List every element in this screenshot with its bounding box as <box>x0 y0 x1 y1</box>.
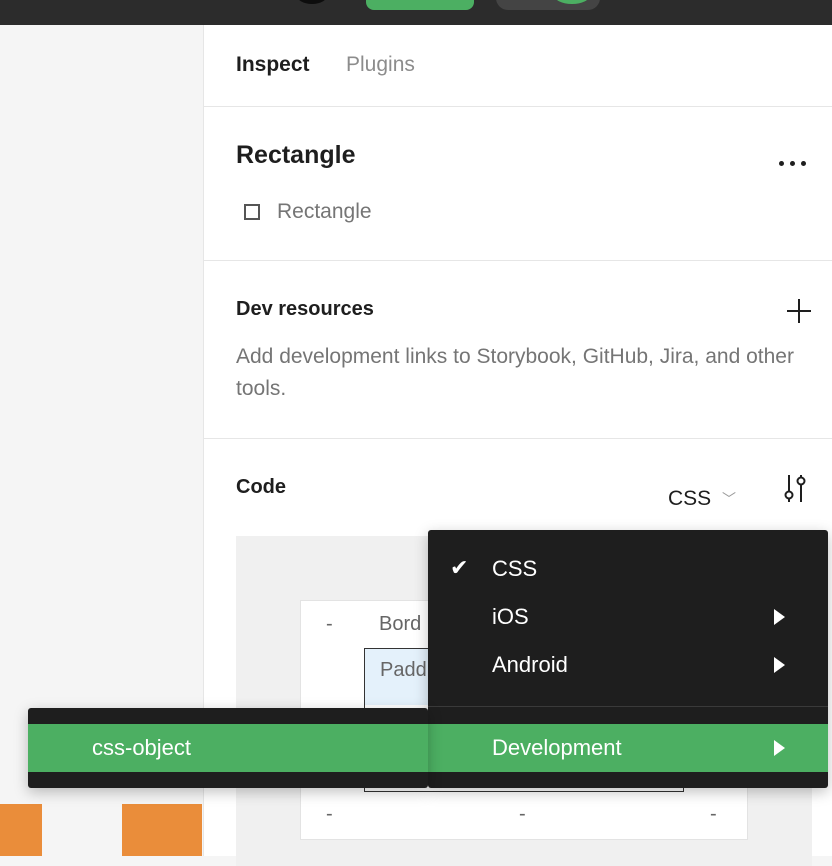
dev-resources-section: Dev resources Add development links to S… <box>204 261 832 439</box>
dev-resources-description: Add development links to Storybook, GitH… <box>236 345 794 400</box>
check-icon: ✔ <box>450 555 469 580</box>
panel-tabs: Inspect Plugins <box>204 25 832 107</box>
box-model-border-label: Bord <box>379 613 422 635</box>
add-icon[interactable] <box>787 299 811 323</box>
language-dropdown[interactable]: CSS <box>668 487 711 511</box>
submenu-item-css-object[interactable]: css-object <box>28 724 428 772</box>
menu-item-ios[interactable]: iOS <box>428 593 828 641</box>
menu-item-android[interactable]: Android <box>428 641 828 689</box>
menu-separator <box>428 706 828 707</box>
submenu-arrow-icon <box>774 609 785 625</box>
chevron-down-icon[interactable]: ﹀ <box>722 489 736 509</box>
menu-item-development[interactable]: Development <box>428 724 828 772</box>
tab-inspect[interactable]: Inspect <box>236 53 310 77</box>
rectangle-icon <box>244 204 260 220</box>
avatar[interactable] <box>296 0 328 4</box>
canvas-shape[interactable] <box>0 804 42 856</box>
language-menu: ✔ CSS iOS Android Development <box>428 530 828 788</box>
menu-item-label: Development <box>492 735 622 760</box>
settings-sliders-icon[interactable] <box>782 473 808 503</box>
share-button[interactable] <box>366 0 474 10</box>
more-options-icon[interactable] <box>779 153 813 166</box>
submenu-arrow-icon <box>774 740 785 756</box>
code-title: Code <box>236 476 286 498</box>
box-model-dash: - <box>710 803 717 825</box>
canvas-shape[interactable] <box>122 804 202 856</box>
layer-type-label: Rectangle <box>277 200 372 223</box>
development-submenu: css-object <box>28 708 428 788</box>
top-toolbar <box>0 0 832 25</box>
submenu-item-label: css-object <box>92 735 192 760</box>
layer-section: Rectangle Rectangle <box>204 107 832 261</box>
box-model-dash: - <box>519 803 526 825</box>
tab-plugins[interactable]: Plugins <box>346 53 415 77</box>
box-model-padding-label: Padd <box>380 659 427 681</box>
box-model-dash: - <box>326 803 333 825</box>
box-model-dash: - <box>326 613 333 635</box>
menu-item-label: CSS <box>492 556 538 581</box>
menu-item-label: Android <box>492 652 568 677</box>
menu-item-label: iOS <box>492 604 529 629</box>
menu-item-css[interactable]: ✔ CSS <box>428 545 828 593</box>
layer-title: Rectangle <box>236 141 356 169</box>
submenu-arrow-icon <box>774 657 785 673</box>
dev-resources-title: Dev resources <box>236 298 374 320</box>
